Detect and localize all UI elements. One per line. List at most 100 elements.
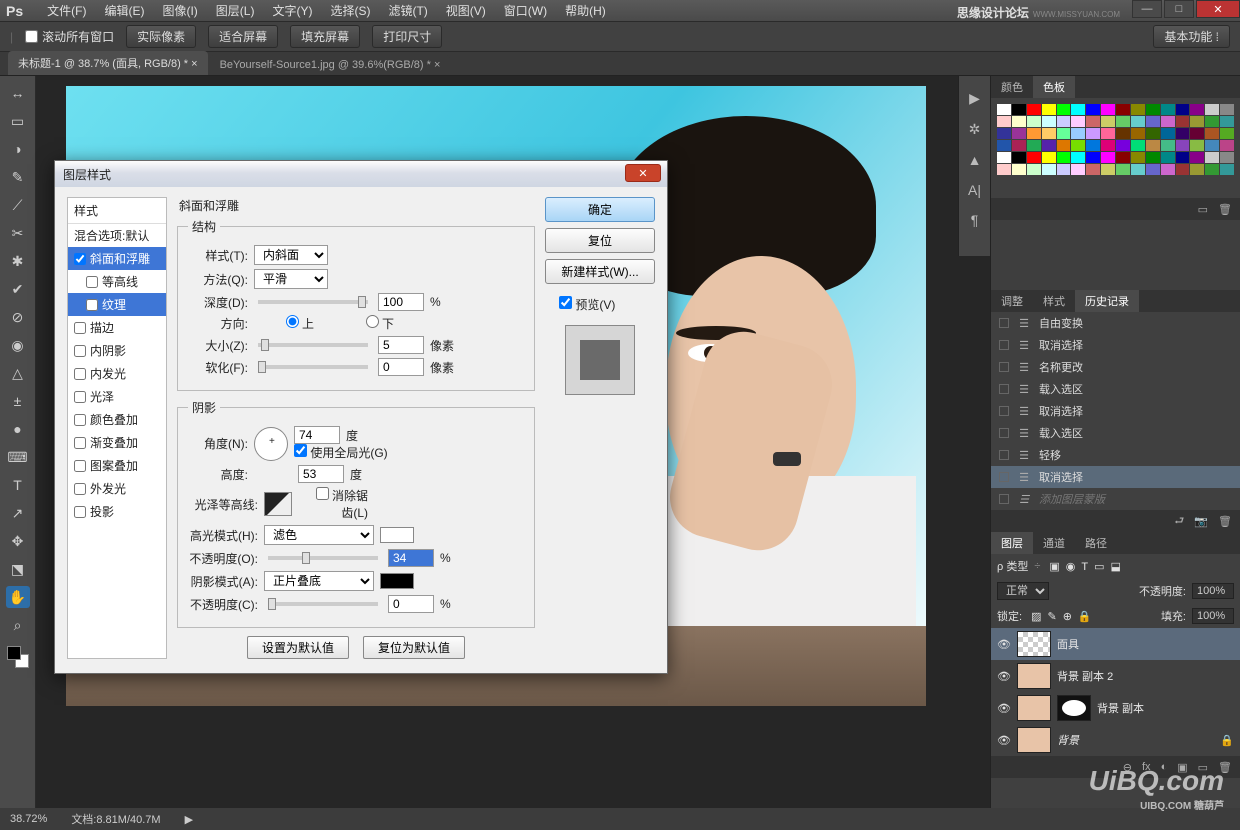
swatch[interactable] [1116,140,1130,151]
swatch[interactable] [1042,140,1056,151]
tab-layers[interactable]: 图层 [991,532,1033,554]
swatch[interactable] [1205,128,1219,139]
depth-slider[interactable] [258,300,368,304]
swatch[interactable] [1131,128,1145,139]
visibility-icon[interactable]: 👁 [997,734,1011,747]
swatch[interactable] [1161,116,1175,127]
swatch[interactable] [1205,152,1219,163]
history-item[interactable]: ☰载入选区 [991,422,1240,444]
swatch[interactable] [1190,152,1204,163]
swatch[interactable] [1220,104,1234,115]
swatch[interactable] [1071,152,1085,163]
history-item[interactable]: ☰自由变换 [991,312,1240,334]
antialias-checkbox[interactable]: 消除锯齿(L) [308,487,368,521]
swatch[interactable] [1057,104,1071,115]
tool-9[interactable]: ◉ [6,334,30,356]
lock-icon[interactable]: ⊕ [1063,611,1072,623]
lock-icon[interactable]: ▨ [1031,611,1041,623]
swatch[interactable] [1161,140,1175,151]
close-icon[interactable]: × [191,58,197,70]
swatch[interactable] [1176,116,1190,127]
swatch[interactable] [1161,128,1175,139]
tool-8[interactable]: ⊘ [6,306,30,328]
depth-input[interactable] [378,293,424,311]
layer-filter-icon[interactable]: ▣ [1049,561,1059,573]
dock-strip-icon[interactable]: ✲ [969,121,981,138]
swatch[interactable] [1131,164,1145,175]
history-panel[interactable]: ☰自由变换☰取消选择☰名称更改☰载入选区☰取消选择☰载入选区☰轻移☰取消选择☰添… [991,312,1240,510]
tool-1[interactable]: ▭ [6,110,30,132]
menu-edit[interactable]: 编辑(E) [104,2,144,19]
swatches-panel[interactable] [991,98,1240,198]
doc-tab-2[interactable]: BeYourself-Source1.jpg @ 39.6%(RGB/8) * … [210,55,451,75]
tool-11[interactable]: ± [6,390,30,412]
swatch[interactable] [1190,104,1204,115]
visibility-icon[interactable]: 👁 [997,702,1011,715]
swatch[interactable] [1190,164,1204,175]
print-size-button[interactable]: 打印尺寸 [372,25,442,48]
doc-tab-1[interactable]: 未标题-1 @ 38.7% (面具, RGB/8) * × [8,51,208,75]
window-max-button[interactable]: □ [1164,0,1194,18]
swatch[interactable] [1146,104,1160,115]
swatch[interactable] [1086,140,1100,151]
reset-default-button[interactable]: 复位为默认值 [363,636,465,659]
close-icon[interactable]: × [434,59,440,71]
swatch[interactable] [1071,116,1085,127]
swatch[interactable] [1057,152,1071,163]
swatch[interactable] [1012,128,1026,139]
fit-screen-button[interactable]: 适合屏幕 [208,25,278,48]
layer-filter-icon[interactable]: ⬓ [1111,561,1121,573]
swatch[interactable] [1101,164,1115,175]
tool-15[interactable]: ↗ [6,502,30,524]
reset-button[interactable]: 复位 [545,228,655,253]
swatch[interactable] [1116,116,1130,127]
swatch[interactable] [1131,152,1145,163]
swatch[interactable] [1027,164,1041,175]
swatch[interactable] [1220,140,1234,151]
swatch[interactable] [1057,140,1071,151]
menu-type[interactable]: 文字(Y) [272,2,312,19]
swatch[interactable] [1012,140,1026,151]
create-doc-icon[interactable]: ⮐ [1174,512,1184,531]
swatch[interactable] [1071,164,1085,175]
swatch[interactable] [1086,104,1100,115]
swatch[interactable] [1190,128,1204,139]
tool-14[interactable]: T [6,474,30,496]
swatch[interactable] [1161,164,1175,175]
dock-strip-icon[interactable]: ▲ [968,152,982,168]
swatch[interactable] [1042,164,1056,175]
swatch[interactable] [1146,116,1160,127]
shadow-opacity-input[interactable] [388,595,434,613]
window-min-button[interactable]: — [1132,0,1162,18]
lock-icon[interactable]: 🔒 [1078,611,1092,623]
swatch[interactable] [1190,116,1204,127]
tool-4[interactable]: ⟋ [6,194,30,216]
swatch[interactable] [1086,152,1100,163]
style-row[interactable]: 光泽 [68,385,166,408]
soften-input[interactable] [378,358,424,376]
layer-filter-icon[interactable]: T [1081,561,1088,573]
swatch[interactable] [1086,164,1100,175]
make-default-button[interactable]: 设置为默认值 [247,636,349,659]
history-item[interactable]: ☰取消选择 [991,400,1240,422]
swatch[interactable] [1116,128,1130,139]
style-row[interactable]: 描边 [68,316,166,339]
size-slider[interactable] [258,343,368,347]
layer-filter-icon[interactable]: ◉ [1066,561,1076,573]
tool-0[interactable]: ↔ [6,82,30,104]
swatch[interactable] [1027,152,1041,163]
swatch[interactable] [1101,128,1115,139]
swatch[interactable] [1101,104,1115,115]
layer-row[interactable]: 👁背景🔒 [991,724,1240,756]
history-item[interactable]: ☰取消选择 [991,466,1240,488]
style-row[interactable]: 纹理 [68,293,166,316]
altitude-input[interactable] [298,465,344,483]
layer-row[interactable]: 👁背景 副本 [991,692,1240,724]
opacity-input[interactable] [1192,583,1234,599]
menu-view[interactable]: 视图(V) [446,2,486,19]
tab-color[interactable]: 颜色 [991,76,1033,98]
swatch[interactable] [1012,164,1026,175]
dock-strip-icon[interactable]: ¶ [971,212,979,228]
snapshot-icon[interactable]: 📷 [1194,515,1208,528]
history-item[interactable]: ☰添加图层蒙版 [991,488,1240,510]
